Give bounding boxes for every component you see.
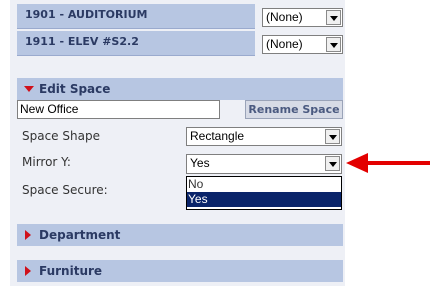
mirror-y-label: Mirror Y: — [22, 155, 71, 169]
red-pointer-arrow-icon — [346, 153, 430, 173]
select-value: Yes — [190, 156, 210, 170]
dropdown-option-yes[interactable]: Yes — [187, 192, 341, 207]
select-value: (None) — [266, 10, 303, 24]
collapse-triangle-icon — [24, 86, 34, 92]
room-row: 1901 - AUDITORIUM (None) — [17, 4, 343, 29]
chevron-down-icon[interactable] — [326, 10, 341, 25]
mirror-y-dropdown-list: No Yes — [186, 176, 342, 210]
rename-space-button[interactable]: Rename Space — [245, 100, 343, 119]
department-header[interactable]: Department — [17, 224, 343, 246]
select-value: Rectangle — [190, 129, 245, 143]
chevron-down-icon[interactable] — [325, 129, 340, 144]
room-department-select[interactable]: (None) — [262, 35, 343, 54]
room-name: 1911 - ELEV #S2.2 — [17, 31, 255, 56]
space-shape-select[interactable]: Rectangle — [186, 127, 342, 146]
space-shape-label: Space Shape — [22, 129, 100, 143]
expand-triangle-icon — [25, 230, 31, 240]
room-name: 1901 - AUDITORIUM — [17, 4, 255, 29]
space-secure-label: Space Secure: — [22, 183, 108, 197]
room-department-select[interactable]: (None) — [262, 8, 343, 27]
furniture-title: Furniture — [39, 264, 103, 278]
edit-space-header[interactable]: Edit Space — [17, 78, 343, 100]
chevron-down-icon[interactable] — [325, 156, 340, 171]
expand-triangle-icon — [25, 266, 31, 276]
select-value: (None) — [266, 37, 303, 51]
mirror-y-select[interactable]: Yes — [186, 154, 342, 174]
edit-space-title: Edit Space — [39, 82, 111, 96]
chevron-down-icon[interactable] — [326, 37, 341, 52]
department-title: Department — [39, 228, 121, 242]
space-name-input[interactable]: New Office — [17, 100, 220, 119]
furniture-header[interactable]: Furniture — [17, 260, 343, 282]
dropdown-option-no[interactable]: No — [187, 177, 341, 192]
room-row: 1911 - ELEV #S2.2 (None) — [17, 31, 343, 56]
